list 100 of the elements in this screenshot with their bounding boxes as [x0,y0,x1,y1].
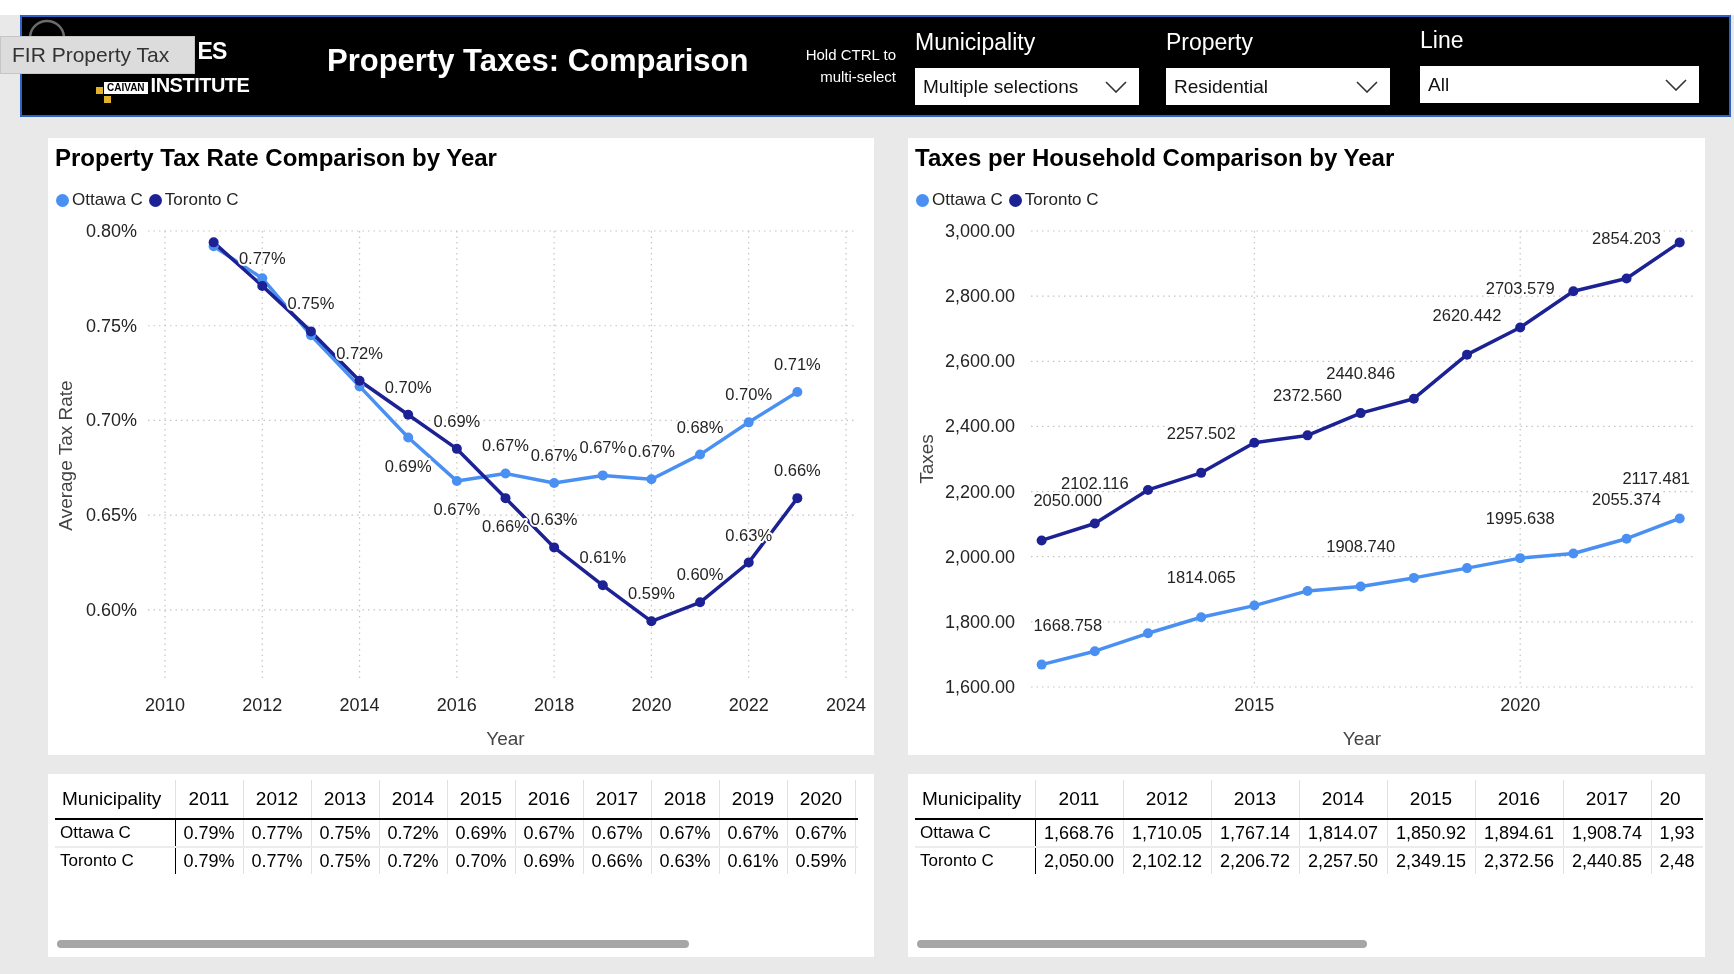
data-point [1408,393,1419,404]
page-title: Property Taxes: Comparison [327,42,750,80]
table-cell: 2,102.12 [1123,847,1211,874]
data-label: 1908.740 [1326,537,1396,556]
data-label: 2257.502 [1166,423,1236,442]
axis-title: Taxes [916,434,937,484]
table-cell: 0.77% [243,847,311,874]
data-label: 0.68% [676,417,724,436]
table-cell: 0.75% [311,847,379,874]
column-header: 2020 [787,780,855,819]
data-point [1036,535,1047,546]
chevron-down-icon [1665,78,1687,91]
axis-tick-label: 2012 [242,695,283,715]
table-cell: 0.79% [175,847,243,874]
data-label: 0.69% [384,456,432,475]
column-header: 2018 [651,780,719,819]
data-point [305,326,316,337]
row-header: Ottawa C [915,819,1035,847]
axis-title: Average Tax Rate [55,380,76,531]
column-header: 2015 [447,780,515,819]
data-label: 0.63% [530,510,578,529]
data-point [1089,646,1100,657]
dropdown[interactable]: All [1420,66,1699,103]
table-cell: 0.67% [787,819,855,847]
data-point [597,470,608,481]
data-label: 0.59% [628,584,675,603]
horizontal-scrollbar[interactable] [917,940,1367,948]
data-point [1674,237,1685,248]
dropdown[interactable]: Residential [1166,68,1390,105]
data-label: 2102.116 [1061,474,1129,493]
table-cell: 1,894.61 [1475,819,1563,847]
table-cell: 1,668.76 [1035,819,1123,847]
column-header: 2014 [379,780,447,819]
axis-tick-label: 1,800.00 [944,611,1015,632]
axis-tick-label: 0.80% [85,221,137,241]
data-point [1249,437,1260,448]
data-point [208,237,219,248]
data-label: 2703.579 [1485,278,1555,297]
data-label: 1668.758 [1033,615,1103,634]
data-point [1196,467,1207,478]
table-cell: 0.79% [175,819,243,847]
table-cell: 2,206.72 [1211,847,1299,874]
data-point [549,477,560,488]
chart-title: Taxes per Household Comparison by Year [914,143,1396,173]
data-label: 0.60% [676,565,724,584]
column-header: 2012 [1123,780,1211,819]
logo-text: ES [197,39,227,63]
horizontal-scrollbar[interactable] [57,940,689,948]
chevron-down-icon [1105,80,1127,93]
filter-label: Property [1166,28,1253,56]
data-point [1302,585,1313,596]
table-cell: 0.67% [583,819,651,847]
data-point [695,449,706,460]
data-point [354,375,365,386]
axis-tick-label: 2014 [339,695,380,715]
table-cell: 2,050.00 [1035,847,1123,874]
table-cell: 0.72% [379,847,447,874]
table-cell: 0.67% [651,819,719,847]
axis-title: Year [1342,728,1382,749]
row-header: Ottawa C [55,819,175,847]
data-point [1515,553,1526,564]
table-cell: 0.61% [719,847,787,874]
data-point [403,432,414,443]
axis-tick-label: 2,200.00 [944,481,1015,502]
data-label: 0.66% [773,461,821,480]
data-point [1462,349,1472,360]
legend-label[interactable]: Toronto C [164,190,239,210]
data-label: 0.67% [579,438,627,457]
data-point [1302,430,1313,441]
table-cell: 0.77% [243,819,311,847]
logo-badge: CAIVAN [104,82,148,94]
data-point [549,542,560,553]
data-point [1621,533,1632,544]
data-point [1408,572,1419,583]
axis-tick-label: 2018 [534,695,575,715]
data-point [1196,612,1207,623]
table-cell: 1,908.74 [1563,819,1651,847]
data-point [743,557,754,568]
data-label: 2854.203 [1592,229,1661,248]
dropdown[interactable]: Multiple selections [915,68,1139,105]
table-cell: 2,440.85 [1563,847,1651,874]
table-cell: 1,710.05 [1123,819,1211,847]
legend-label[interactable]: Ottawa C [72,190,143,210]
axis-tick-label: 0.70% [85,410,137,431]
table-cell: 2,349.15 [1387,847,1475,874]
column-header: 20 [1651,780,1703,819]
legend-label[interactable]: Ottawa C [932,190,1003,210]
data-label: 2117.481 [1622,469,1690,488]
column-header: 2011 [175,780,243,819]
data-label: 0.67% [628,442,675,461]
table-cell: 0.69% [515,847,583,874]
data-label: 2440.846 [1326,364,1396,383]
column-header: 2017 [1563,780,1651,819]
legend-label[interactable]: Toronto C [1024,190,1099,210]
data-point [1621,273,1632,284]
table-cell: 2,48 [1651,847,1703,874]
data-label: 0.67% [482,436,529,455]
column-header: Municipality [915,780,1035,819]
table-cell: 0.72% [379,819,447,847]
table-cell: 2,372.56 [1475,847,1563,874]
